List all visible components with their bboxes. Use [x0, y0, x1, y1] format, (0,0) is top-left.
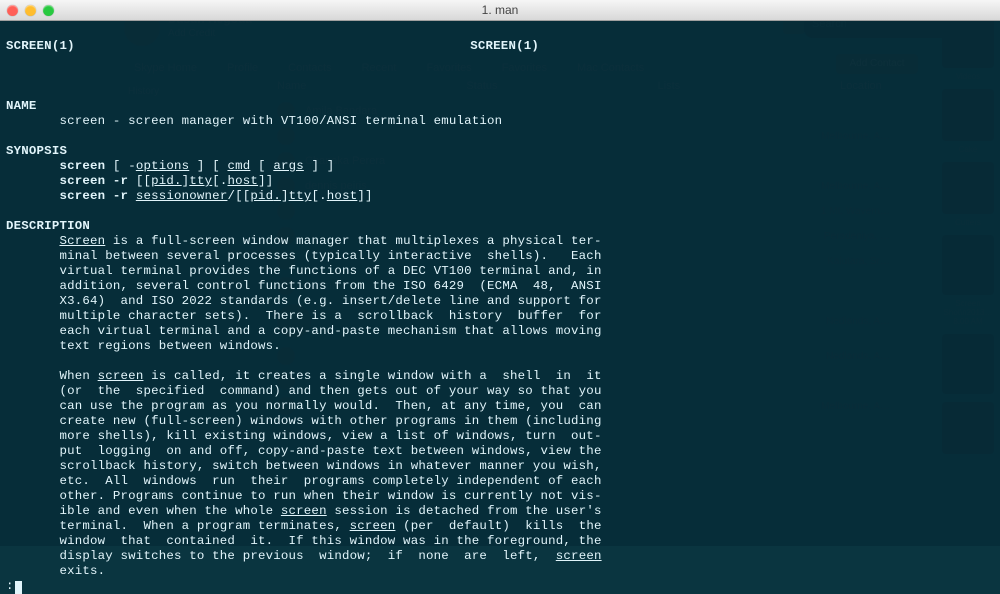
desc: minal between several processes (typical…: [59, 249, 601, 263]
man-header-left: SCREEN(1): [6, 39, 75, 54]
desc: ible and even when the whole: [59, 504, 280, 518]
syn2: screen -r: [59, 174, 128, 188]
desc: display switches to the previous window;…: [59, 549, 555, 563]
cursor-icon: [15, 581, 22, 594]
titlebar: 1. man: [0, 0, 1000, 21]
desc: etc. All windows run their programs comp…: [59, 474, 601, 488]
desc: more shells), kill existing windows, vie…: [59, 429, 601, 443]
section-synopsis: SYNOPSIS: [6, 144, 67, 158]
man-header-right: SCREEN(1): [470, 39, 539, 54]
minimize-icon[interactable]: [25, 5, 36, 16]
desc: (or the specified command) and then gets…: [59, 384, 601, 398]
zoom-icon[interactable]: [43, 5, 54, 16]
desc: other. Programs continue to run when the…: [59, 489, 601, 503]
desc: Screen: [59, 234, 105, 248]
desc: X3.64) and ISO 2022 standards (e.g. inse…: [59, 294, 601, 308]
desc: addition, several control functions from…: [59, 279, 601, 293]
syn3: screen -r: [59, 189, 128, 203]
desc: exits.: [59, 564, 105, 578]
desc: multiple character sets). There is a scr…: [59, 309, 601, 323]
pager-prompt[interactable]: :: [6, 579, 14, 593]
name-line: screen - screen manager with VT100/ANSI …: [59, 114, 502, 128]
desc: text regions between windows.: [59, 339, 280, 353]
section-description: DESCRIPTION: [6, 219, 90, 233]
section-name: NAME: [6, 99, 37, 113]
desc: When: [59, 369, 97, 383]
desc: create new (full-screen) windows with ot…: [59, 414, 601, 428]
desc: terminal. When a program terminates,: [59, 519, 349, 533]
window-title: 1. man: [0, 3, 1000, 17]
desc: scrollback history, switch between windo…: [59, 459, 601, 473]
desc: put logging on and off, copy-and-paste t…: [59, 444, 601, 458]
desc: each virtual terminal and a copy-and-pas…: [59, 324, 601, 338]
terminal[interactable]: SCREEN(1) SCREEN(1) NAME screen - screen …: [0, 20, 1000, 546]
desc: can use the program as you normally woul…: [59, 399, 601, 413]
syn1: screen: [59, 159, 105, 173]
desc: virtual terminal provides the functions …: [59, 264, 601, 278]
close-icon[interactable]: [7, 5, 18, 16]
